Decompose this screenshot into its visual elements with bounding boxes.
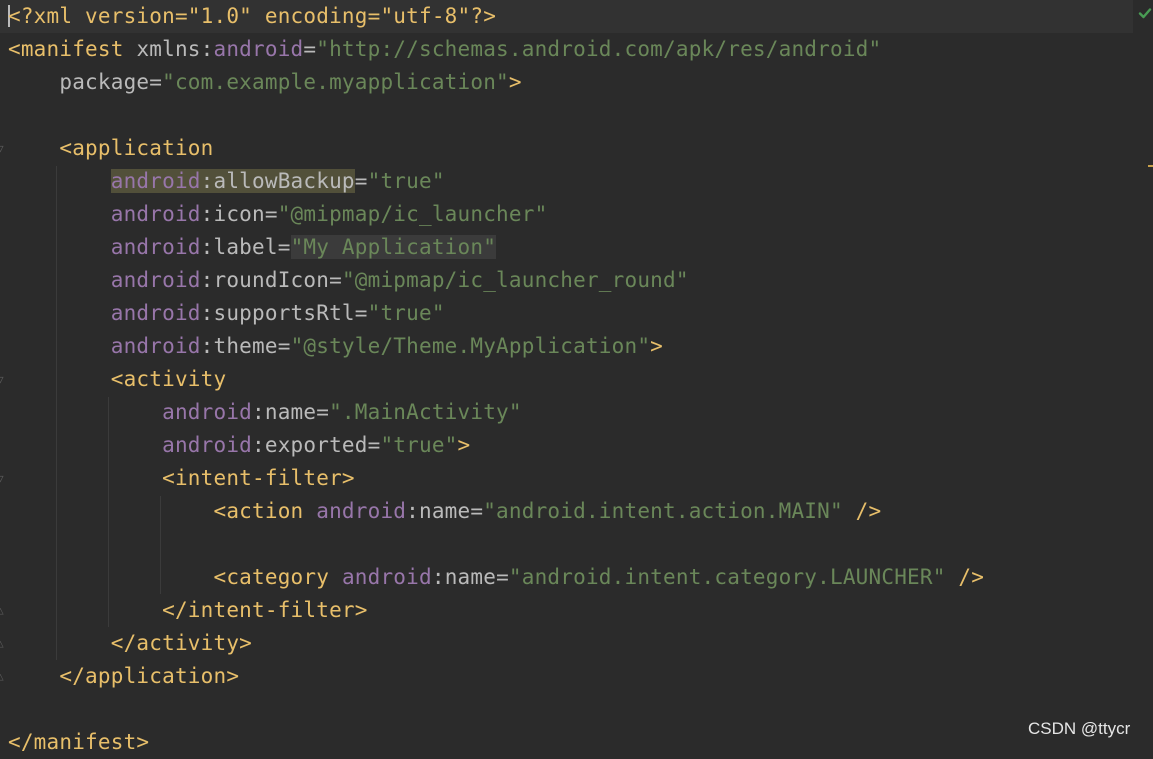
attribute-value: "My Application" xyxy=(290,235,497,259)
tag-name: <application xyxy=(59,136,214,160)
attribute-value: "true" xyxy=(367,169,445,193)
code-line-18[interactable]: <category android:name="android.intent.c… xyxy=(8,561,984,594)
tag-name: <activity xyxy=(110,367,227,391)
attribute-value: "@mipmap/ic_launcher" xyxy=(277,202,548,226)
fold-collapse-icon[interactable]: ▽ xyxy=(0,473,6,484)
code-line-2[interactable]: <manifest xmlns:android="http://schemas.… xyxy=(8,33,881,66)
attribute-name: supportsRtl xyxy=(213,301,355,325)
namespace-prefix: android xyxy=(162,433,253,457)
tag-name: </application> xyxy=(59,664,240,688)
namespace-prefix: android xyxy=(110,235,201,259)
attribute-value: "android.intent.action.MAIN" xyxy=(483,499,843,523)
code-editor[interactable]: ▽ ▽ ▽ △ △ △ <?xml version="1.0" encoding… xyxy=(0,0,1153,754)
xml-declaration: <?xml version="1.0" encoding="utf-8"?> xyxy=(8,4,497,28)
code-line-16[interactable]: <action android:name="android.intent.act… xyxy=(8,495,882,528)
attribute-value: "http://schemas.android.com/apk/res/andr… xyxy=(316,37,882,61)
fold-expand-icon[interactable]: △ xyxy=(0,638,6,649)
namespace-prefix: android xyxy=(341,565,432,589)
attribute-name: name xyxy=(419,499,471,523)
attribute-value: "true" xyxy=(367,301,445,325)
attribute-name: name xyxy=(264,400,317,424)
tag-name: <action xyxy=(213,499,304,523)
attribute-name: icon xyxy=(213,202,265,226)
code-line-21[interactable]: </application> xyxy=(8,660,239,693)
fold-expand-icon[interactable]: △ xyxy=(0,671,6,682)
code-line-14[interactable]: android:exported="true"> xyxy=(8,429,470,462)
code-line-10[interactable]: android:supportsRtl="true" xyxy=(8,297,445,330)
namespace-prefix: android xyxy=(110,202,201,226)
attribute-value: "@style/Theme.MyApplication" xyxy=(290,334,651,358)
namespace-prefix: android xyxy=(162,400,253,424)
attribute-value: ".MainActivity" xyxy=(329,400,522,424)
attribute-name: package xyxy=(59,70,150,94)
attribute-name: theme xyxy=(213,334,278,358)
namespace-prefix: android xyxy=(110,169,201,193)
attribute-value: "android.intent.category.LAUNCHER" xyxy=(508,565,946,589)
fold-expand-icon[interactable]: △ xyxy=(0,605,6,616)
fold-gutter: ▽ ▽ ▽ △ △ △ xyxy=(0,0,8,751)
namespace-prefix: android xyxy=(213,37,304,61)
code-line-7[interactable]: android:icon="@mipmap/ic_launcher" xyxy=(8,198,547,231)
code-line-19[interactable]: </intent-filter> xyxy=(8,594,368,627)
code-line-11[interactable]: android:theme="@style/Theme.MyApplicatio… xyxy=(8,330,663,363)
namespace-prefix: android xyxy=(110,268,201,292)
tag-name: </intent-filter> xyxy=(162,598,368,622)
namespace-prefix: android xyxy=(316,499,407,523)
namespace-prefix: android xyxy=(110,334,201,358)
attribute-name: xmlns: xyxy=(136,37,214,61)
attribute-value: "com.example.myapplication" xyxy=(162,70,509,94)
attribute-name: name xyxy=(444,565,497,589)
code-line-23[interactable]: </manifest> xyxy=(8,726,149,759)
tag-name: <category xyxy=(213,565,330,589)
code-line-3[interactable]: package="com.example.myapplication"> xyxy=(8,66,522,99)
fold-collapse-icon[interactable]: ▽ xyxy=(0,143,6,154)
tag-name: </manifest> xyxy=(8,730,150,754)
attribute-name: exported xyxy=(264,433,368,457)
code-line-5[interactable]: <application xyxy=(8,132,214,165)
code-line-12[interactable]: <activity xyxy=(8,363,226,396)
code-line-15[interactable]: <intent-filter> xyxy=(8,462,355,495)
code-line-6[interactable]: android:allowBackup="true" xyxy=(8,165,445,198)
usage-highlight: android:allowBackup xyxy=(110,169,355,193)
attribute-name: label xyxy=(213,235,278,259)
fold-collapse-icon[interactable]: ▽ xyxy=(0,374,6,385)
check-icon[interactable] xyxy=(1138,6,1152,20)
tag-name: <intent-filter> xyxy=(162,466,355,490)
code-line-20[interactable]: </activity> xyxy=(8,627,252,660)
attribute-value: "true" xyxy=(380,433,458,457)
attribute-value: "@mipmap/ic_launcher_round" xyxy=(341,268,689,292)
code-line-1[interactable]: <?xml version="1.0" encoding="utf-8"?> xyxy=(8,0,496,33)
watermark: CSDN @ttycr xyxy=(1028,719,1131,738)
code-line-8[interactable]: android:label="My Application" xyxy=(8,231,497,264)
tag-name: </activity> xyxy=(110,631,253,655)
namespace-prefix: android xyxy=(110,301,201,325)
attribute-name: roundIcon xyxy=(213,268,330,292)
code-line-13[interactable]: android:name=".MainActivity" xyxy=(8,396,522,429)
tag-name: <manifest xyxy=(8,37,124,61)
code-line-9[interactable]: android:roundIcon="@mipmap/ic_launcher_r… xyxy=(8,264,689,297)
scrollbar-marker[interactable] xyxy=(1148,165,1153,167)
attribute-name: allowBackup xyxy=(213,169,355,193)
